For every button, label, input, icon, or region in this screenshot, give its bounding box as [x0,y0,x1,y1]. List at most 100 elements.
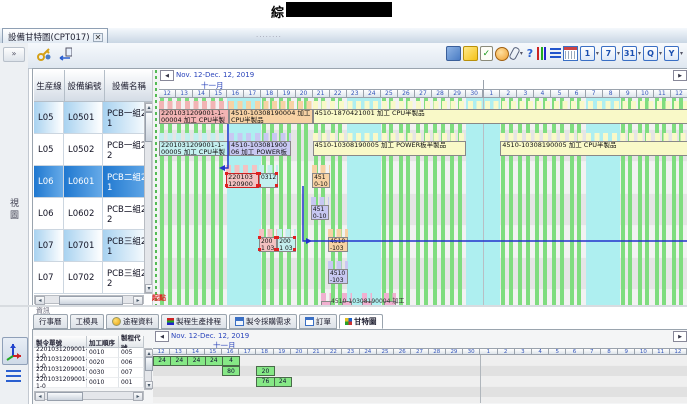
scale-year-button[interactable]: Y [664,46,679,61]
info-tab-item[interactable]: 行事曆 [33,314,68,329]
scale-quarter-button[interactable]: Q [643,46,658,61]
bar-label: 2201031209001-1-00 [226,173,259,188]
gantt-bar[interactable]: 4510-10308190006 加工 POWER板半製品 [229,133,291,156]
list-view-button[interactable] [6,370,22,384]
machine-cell: L07 [34,230,64,262]
gantt-bar[interactable]: 2001 0312 [277,229,295,252]
scale-month-button[interactable]: 31 [622,46,637,61]
gantt-bar[interactable]: 2201031209001-1-00004 加工 CPU半製品 [159,101,229,124]
machine-row[interactable]: L06L0602PCB二組2-2 [34,198,151,230]
gantt-bar[interactable]: 2201031209001-1-00005 加工 CPU半製品 [159,133,229,156]
gantt-bar[interactable]: 2001 0312 [259,229,277,252]
paperclip-icon-caret[interactable]: ▾ [520,50,523,57]
gantt-next-button[interactable]: ▶ [673,70,687,81]
gantt-bar[interactable]: 4510-103 [312,165,330,188]
gantt-chart[interactable]: 2201031209001-1-00004 加工 CPU半製品4510-1030… [159,98,687,305]
load-cell[interactable]: 4 [222,356,240,366]
weekend-column [347,98,364,305]
send-filter-icon[interactable] [57,46,72,61]
info-gantt-next-button[interactable]: ▶ [673,331,687,342]
info-tab-item[interactable]: 工模具 [70,314,105,329]
info-tab-item[interactable]: 製令採購需求 [229,314,297,329]
info-tab-label: 製令採購需求 [246,316,291,327]
info-tab-active[interactable]: 甘特圖 [339,314,383,329]
scale-week-button-caret[interactable]: ▾ [617,50,620,57]
panel-splitter[interactable] [0,305,687,307]
view-panel-label: 視圖 [7,198,20,222]
gantt-bar[interactable]: 4510-103 [311,197,329,220]
gantt-bar[interactable]: 4510-1870421001 加工 CPU半製品 [313,101,687,124]
info-gantt-prev-button[interactable]: ◀ [155,331,169,342]
info-tab-item[interactable]: 製程生產排程 [161,314,227,329]
load-cell[interactable]: 24 [187,356,205,366]
machine-table-vscrollbar[interactable]: ▴ ▾ [144,102,152,294]
load-cell[interactable]: 80 [222,366,240,376]
machine-row[interactable]: L07L0701PCB三組2-1 [34,230,151,262]
load-cell[interactable]: 24 [205,356,223,366]
load-cell[interactable]: 24 [153,356,171,366]
work-stripe [672,98,676,305]
column-header: 設備編號 [65,70,105,102]
info-table-hscrollbar[interactable]: ◂ ▸ [34,391,144,400]
scale-day-button[interactable]: 1 [580,46,595,61]
machine-row[interactable]: L05L0501PCB一組2-1 [34,102,151,134]
info-gantt-row [153,387,687,397]
machine-row[interactable]: L06L0601PCB二組2-1 [34,166,151,198]
gantt-origin-label: 起點 [152,293,166,303]
weekend-column [364,98,381,305]
gantt-bar[interactable]: 4510-10308190004 加工 CPU半製品 [229,101,313,124]
gantt-prev-button[interactable]: ◀ [160,70,174,81]
load-cell[interactable]: 20 [256,366,274,376]
gantt-bar[interactable]: 2201031209001-1-00 [226,165,259,188]
yellow-square-icon[interactable] [463,46,478,61]
gantt-bar[interactable]: 0312 [259,165,278,188]
info-tab-item[interactable]: 訂單 [299,314,337,329]
info-tab-item[interactable]: 途程資料 [106,314,159,329]
machine-table-hscrollbar[interactable]: ◂ ▸ [34,295,144,304]
load-cell[interactable]: 24 [170,356,188,366]
machine-row[interactable]: L07L0702PCB三組2-2 [34,262,151,294]
work-stripe [638,98,642,305]
paperclip-icon[interactable] [511,46,519,61]
help-icon[interactable]: ? [525,46,535,61]
info-day-header: 21 [308,348,325,355]
gantt-bar[interactable] [321,293,331,305]
collapse-button[interactable]: » [3,47,25,62]
clipboard-check-icon[interactable]: ✓ [480,46,493,61]
scale-day-button-caret[interactable]: ▾ [596,50,599,57]
scale-quarter-button-caret[interactable]: ▾ [659,50,662,57]
blue-square-icon[interactable] [446,46,461,61]
load-cell[interactable]: 76 [256,377,274,387]
info-column-header: 製程代號 [119,336,144,348]
gantt-bar[interactable]: 4510-103 [328,261,348,284]
calendar-icon[interactable] [563,46,578,61]
info-day-header: 16 [222,348,239,355]
info-tab-label: 行事曆 [39,316,62,327]
main-toolbar: ✓▾?1▾7▾31▾Q▾Y▾ [28,43,687,69]
info-day-header: 7 [584,348,601,355]
routing-tab-icon [112,317,121,326]
info-gantt-chart[interactable]: 24242424480207624 [153,355,687,403]
gantt-bar[interactable]: 4510-103 [328,229,348,252]
selection-handle [225,172,228,175]
scale-week-button[interactable]: 7 [601,46,616,61]
tab-equipment-gantt[interactable]: 設備甘特圖(CPT017) ✕ [2,28,108,44]
load-cell[interactable]: 24 [274,377,292,387]
clock-icon[interactable] [495,47,509,61]
info-table-vscrollbar[interactable]: ▴ ▾ [144,348,152,390]
axis-tool-button[interactable] [2,337,28,365]
bar-label: 4510-10308190005 加工 POWER板半製品 [313,141,467,156]
gantt-bar[interactable]: 4510-10308190005 加工 CPU半製品 [500,133,687,156]
work-stripe [501,98,505,305]
info-row[interactable]: 2201031209001-1-00010001 [34,378,144,388]
machine-cell: L0702 [64,262,103,294]
machine-row[interactable]: L05L0502PCB一組2-2 [34,134,151,166]
info-cell: 0020 [87,358,119,368]
key-settings-icon[interactable] [36,46,51,61]
gantt-bar[interactable]: 4510-10308190005 加工 POWER板半製品 [313,133,467,156]
scale-year-button-caret[interactable]: ▾ [680,50,683,57]
list-icon[interactable] [550,48,561,59]
scale-month-button-caret[interactable]: ▾ [638,50,641,57]
equalizer-icon[interactable] [537,47,548,60]
close-icon[interactable]: ✕ [93,33,104,42]
